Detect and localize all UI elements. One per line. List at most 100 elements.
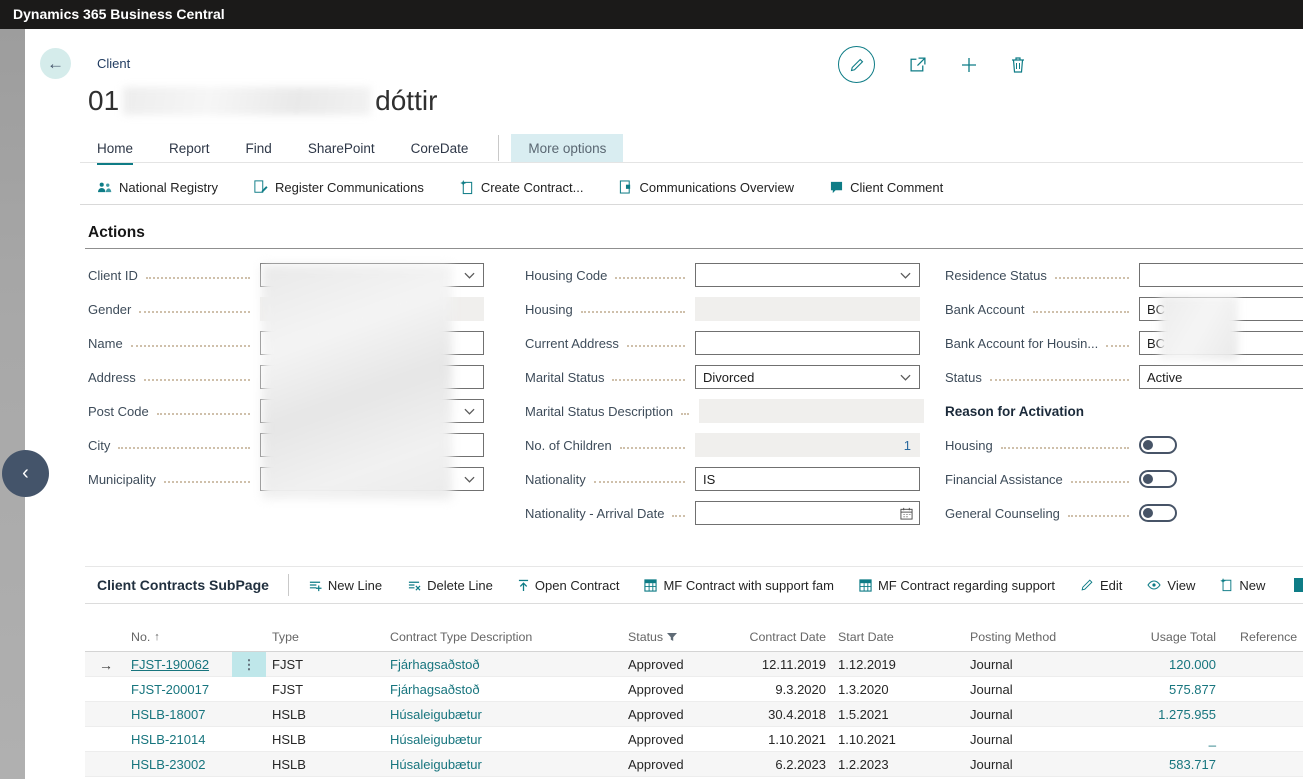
marital-status-combobox[interactable]: Divorced bbox=[695, 365, 920, 389]
eye-icon bbox=[1147, 580, 1161, 590]
calendar-icon[interactable] bbox=[900, 507, 913, 520]
col-reference[interactable]: Reference bbox=[1216, 630, 1303, 644]
app-title-bar: Dynamics 365 Business Central bbox=[0, 0, 1303, 29]
current-address-field[interactable] bbox=[695, 331, 920, 355]
client-comment-action[interactable]: Client Comment bbox=[830, 180, 943, 195]
col-type[interactable]: Type bbox=[266, 630, 390, 644]
cell-description-link[interactable]: Fjárhagsaðstoð bbox=[390, 682, 480, 697]
financial-assistance-toggle[interactable] bbox=[1139, 470, 1177, 488]
contract-no-link[interactable]: HSLB-21014 bbox=[131, 732, 205, 747]
subpage-divider bbox=[288, 574, 289, 596]
tab-sharepoint[interactable]: SharePoint bbox=[308, 141, 375, 156]
contract-no-link[interactable]: HSLB-23002 bbox=[131, 757, 205, 772]
cell-description-link[interactable]: Fjárhagsaðstoð bbox=[390, 657, 480, 672]
more-options-tab[interactable]: More options bbox=[511, 134, 623, 163]
residence-status-field[interactable] bbox=[1139, 263, 1303, 287]
cell-description-link[interactable]: Húsaleigubætur bbox=[390, 707, 482, 722]
table-row[interactable]: HSLB-21014 HSLB Húsaleigubætur Approved … bbox=[85, 727, 1303, 752]
cell-start-date: 1.2.2023 bbox=[826, 757, 956, 772]
col-status[interactable]: Status bbox=[628, 630, 740, 644]
row-options-button[interactable]: ⋮ bbox=[232, 652, 266, 677]
tab-report[interactable]: Report bbox=[169, 141, 210, 156]
subpage-toolbar: New Line Delete Line Open Contract MF Co… bbox=[308, 578, 1265, 593]
document-overview-icon bbox=[619, 180, 632, 194]
communications-overview-action[interactable]: Communications Overview bbox=[619, 180, 794, 195]
edit-list-button[interactable]: Edit bbox=[1080, 578, 1122, 593]
open-contract-button[interactable]: Open Contract bbox=[518, 578, 620, 593]
cell-start-date: 1.12.2019 bbox=[826, 657, 956, 672]
chevron-down-icon[interactable] bbox=[900, 272, 911, 279]
cell-start-date: 1.3.2020 bbox=[826, 682, 956, 697]
housing-toggle[interactable] bbox=[1139, 436, 1177, 454]
cell-type: HSLB bbox=[266, 732, 390, 747]
page-title-prefix: 01 bbox=[88, 85, 119, 117]
cell-description-link[interactable]: Húsaleigubætur bbox=[390, 732, 482, 747]
tab-divider bbox=[498, 135, 499, 161]
pencil-icon bbox=[849, 57, 865, 73]
table-row[interactable]: → FJST-190062 ⋮ FJST Fjárhagsaðstoð Appr… bbox=[85, 652, 1303, 677]
col-start-date[interactable]: Start Date bbox=[826, 630, 956, 644]
toggle-row-housing: Housing bbox=[945, 433, 1303, 457]
mf-contract-support-fam-button[interactable]: MF Contract with support fam bbox=[644, 578, 834, 593]
new-button[interactable] bbox=[961, 57, 977, 73]
col-posting-method[interactable]: Posting Method bbox=[956, 630, 1142, 644]
delete-button[interactable] bbox=[1011, 57, 1025, 73]
new-row-button[interactable]: New bbox=[1220, 578, 1265, 593]
nationality-field[interactable]: IS bbox=[695, 467, 920, 491]
cell-description-link[interactable]: Húsaleigubætur bbox=[390, 757, 482, 772]
arrival-date-field[interactable] bbox=[695, 501, 920, 525]
view-button[interactable]: View bbox=[1147, 578, 1195, 593]
col-no[interactable]: No.↑ bbox=[131, 630, 232, 644]
national-registry-action[interactable]: National Registry bbox=[97, 180, 218, 195]
chevron-down-icon[interactable] bbox=[464, 272, 475, 279]
sort-ascending-icon: ↑ bbox=[154, 631, 160, 643]
action-menu-bar: National Registry Register Communication… bbox=[97, 172, 943, 202]
general-counseling-toggle[interactable] bbox=[1139, 504, 1177, 522]
trash-icon bbox=[1011, 57, 1025, 73]
table-row[interactable]: HSLB-23002 HSLB Húsaleigubætur Approved … bbox=[85, 752, 1303, 777]
tab-coredate[interactable]: CoreDate bbox=[411, 141, 469, 156]
edit-button[interactable] bbox=[838, 46, 875, 83]
page-caption: Client bbox=[97, 56, 130, 71]
cell-contract-date: 1.10.2021 bbox=[740, 732, 826, 747]
expand-panel-button[interactable]: ‹ bbox=[2, 450, 49, 497]
col-contract-type-description[interactable]: Contract Type Description bbox=[390, 630, 628, 644]
new-line-button[interactable]: New Line bbox=[308, 578, 382, 593]
clipped-toolbar-icon[interactable] bbox=[1294, 578, 1303, 592]
col-contract-date[interactable]: Contract Date bbox=[740, 630, 826, 644]
cell-start-date: 1.5.2021 bbox=[826, 707, 956, 722]
field-bank-account: Bank Account BC bbox=[945, 297, 1303, 321]
back-button[interactable]: ← bbox=[40, 48, 71, 79]
chevron-down-icon[interactable] bbox=[464, 476, 475, 483]
left-collapsed-panel[interactable] bbox=[0, 29, 25, 779]
cell-status: Approved bbox=[628, 657, 740, 672]
chevron-down-icon[interactable] bbox=[900, 374, 911, 381]
register-communications-action[interactable]: Register Communications bbox=[254, 180, 424, 195]
housing-code-combobox[interactable] bbox=[695, 263, 920, 287]
form-column-3: Residence Status Bank Account BC Bank Ac… bbox=[945, 263, 1303, 535]
contract-no-link[interactable]: FJST-190062 bbox=[131, 657, 209, 672]
field-marital-status: Marital Status Divorced bbox=[525, 365, 920, 389]
contract-no-link[interactable]: HSLB-18007 bbox=[131, 707, 205, 722]
chevron-down-icon[interactable] bbox=[464, 408, 475, 415]
cell-contract-date: 9.3.2020 bbox=[740, 682, 826, 697]
table-row[interactable]: FJST-200017 FJST Fjárhagsaðstoð Approved… bbox=[85, 677, 1303, 702]
delete-line-button[interactable]: Delete Line bbox=[407, 578, 493, 593]
cell-status: Approved bbox=[628, 707, 740, 722]
share-button[interactable] bbox=[909, 56, 927, 73]
status-field[interactable]: Active bbox=[1139, 365, 1303, 389]
mf-contract-regarding-support-button[interactable]: MF Contract regarding support bbox=[859, 578, 1055, 593]
contract-no-link[interactable]: FJST-200017 bbox=[131, 682, 209, 697]
cell-usage-total: 120.000 bbox=[1142, 657, 1216, 672]
redacted-bank-data bbox=[1160, 296, 1238, 360]
tab-find[interactable]: Find bbox=[246, 141, 272, 156]
table-row[interactable]: HSLB-18007 HSLB Húsaleigubætur Approved … bbox=[85, 702, 1303, 727]
cell-type: HSLB bbox=[266, 707, 390, 722]
redacted-name bbox=[123, 87, 371, 115]
col-usage-total[interactable]: Usage Total bbox=[1142, 630, 1216, 644]
cell-usage-total: 575.877 bbox=[1142, 682, 1216, 697]
tab-home[interactable]: Home bbox=[97, 141, 133, 156]
page-title-suffix: dóttir bbox=[375, 85, 437, 117]
field-marital-status-description: Marital Status Description bbox=[525, 399, 920, 423]
create-contract-action[interactable]: Create Contract... bbox=[460, 180, 584, 195]
